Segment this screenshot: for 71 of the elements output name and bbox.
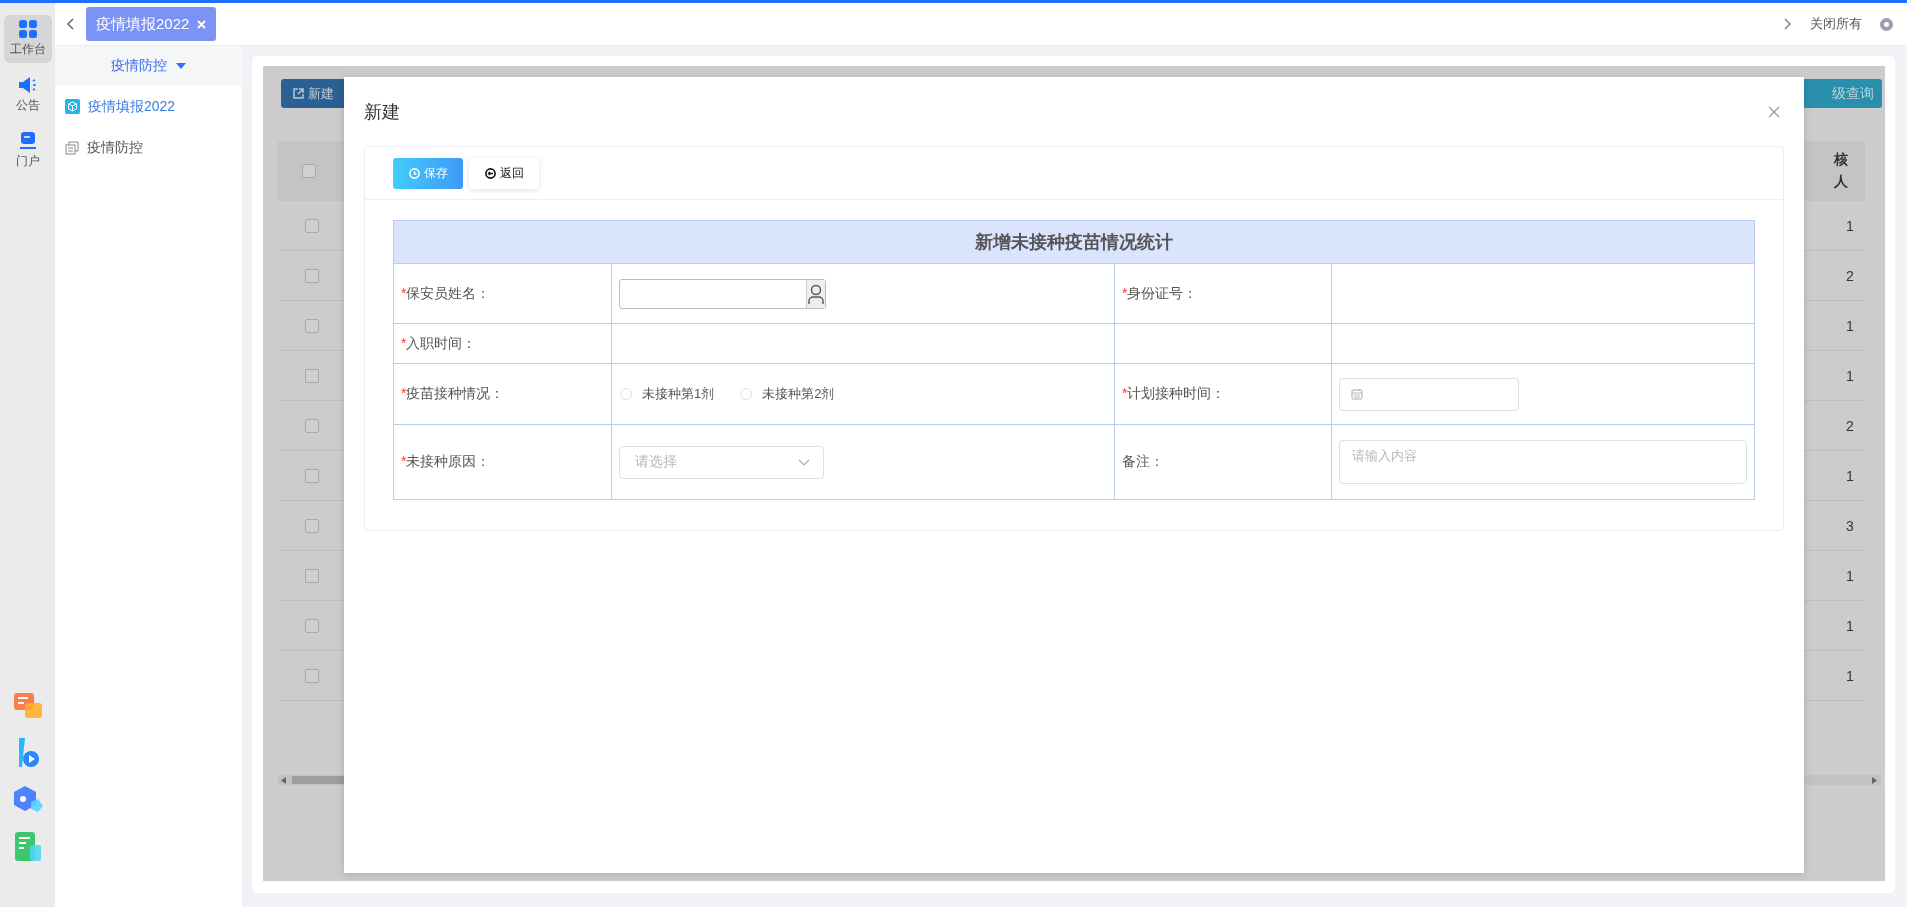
scrollbar[interactable] <box>278 775 344 785</box>
date-field[interactable] <box>1339 377 1519 411</box>
scroll-left-icon[interactable] <box>281 776 286 784</box>
table-cell: 1 <box>1846 317 1854 334</box>
remark-field[interactable]: 请输入内容 <box>1339 440 1747 484</box>
document-icon[interactable] <box>14 832 41 862</box>
table-cell: 2 <box>1846 417 1854 434</box>
field-label: *计划接种时间： <box>1122 385 1226 401</box>
chevron-left-icon[interactable] <box>66 18 74 30</box>
rail-item[interactable]: 公告 <box>3 71 52 119</box>
chevron-right-icon[interactable] <box>1784 18 1792 30</box>
field-label: *入职时间： <box>401 334 477 351</box>
sidebar-item[interactable]: 疫情填报2022 <box>55 86 242 127</box>
sidebar-group-header[interactable]: 疫情防控 <box>55 46 242 86</box>
scroll-right-icon[interactable] <box>1872 776 1877 784</box>
rail-item[interactable]: 门户 <box>3 127 52 175</box>
scrollbar[interactable] <box>1804 775 1881 785</box>
table-cell: 1 <box>1846 217 1854 234</box>
table-cell: 1 <box>1846 467 1854 484</box>
pages-icon <box>65 140 79 155</box>
checkbox[interactable] <box>305 618 319 633</box>
settings-icon[interactable] <box>1880 17 1893 31</box>
table-cell: 2 <box>1846 267 1854 284</box>
checkbox[interactable] <box>305 468 319 483</box>
radio-option[interactable]: 未接种第1剂 <box>620 385 715 403</box>
checkbox[interactable] <box>305 518 319 533</box>
chevron-down-icon <box>798 458 810 466</box>
checkbox[interactable] <box>305 318 319 333</box>
cube-icon <box>65 99 80 114</box>
column-header: 人 <box>1834 173 1848 191</box>
user-icon <box>808 283 824 304</box>
field-label: 备注： <box>1122 453 1164 469</box>
hexagon-icon[interactable] <box>12 785 43 815</box>
checkbox[interactable] <box>305 218 319 233</box>
field-label: *身份证号： <box>1122 284 1198 301</box>
checkbox[interactable] <box>305 418 319 433</box>
monitor-icon <box>18 132 37 150</box>
name-input[interactable] <box>619 278 826 309</box>
table-cell: 3 <box>1846 517 1854 534</box>
dialog-title: 新建 <box>364 100 400 124</box>
close-icon[interactable] <box>1768 105 1780 118</box>
back-button[interactable]: 返回 <box>469 157 539 189</box>
checkbox[interactable] <box>302 164 316 178</box>
speaker-icon <box>17 76 38 94</box>
checkbox[interactable] <box>305 668 319 683</box>
calendar-icon <box>1351 388 1363 400</box>
field-label: *疫苗接种情况： <box>401 385 505 401</box>
form-title: 新增未接种疫苗情况统计 <box>393 220 1755 264</box>
grid-icon <box>18 20 37 38</box>
field-label: *未接种原因： <box>401 453 491 469</box>
checkbox[interactable] <box>305 568 319 583</box>
table-cell: 1 <box>1846 617 1854 634</box>
checkbox[interactable] <box>305 268 319 283</box>
back-arrow-icon <box>484 167 496 179</box>
clock-icon <box>408 167 420 179</box>
table-cell: 1 <box>1846 567 1854 584</box>
table-cell: 1 <box>1846 367 1854 384</box>
checkbox[interactable] <box>305 368 319 383</box>
rail-item[interactable]: 工作台 <box>3 15 52 63</box>
tab[interactable]: 疫情填报2022 <box>86 7 217 41</box>
sidebar-item[interactable]: 疫情防控 <box>55 127 242 168</box>
table-cell: 1 <box>1846 667 1854 684</box>
user-picker-button[interactable] <box>806 279 825 308</box>
field-label: *保安员姓名： <box>401 284 491 301</box>
chat-icon[interactable] <box>13 693 42 721</box>
share-icon <box>293 88 304 99</box>
group-title: 疫情防控 <box>111 57 167 75</box>
column-header: 核 <box>1834 151 1848 169</box>
new-button[interactable]: 新建 <box>281 79 344 108</box>
close-all-button[interactable]: 关闭所有 <box>1804 15 1868 33</box>
radio-option[interactable]: 未接种第2剂 <box>740 385 835 403</box>
